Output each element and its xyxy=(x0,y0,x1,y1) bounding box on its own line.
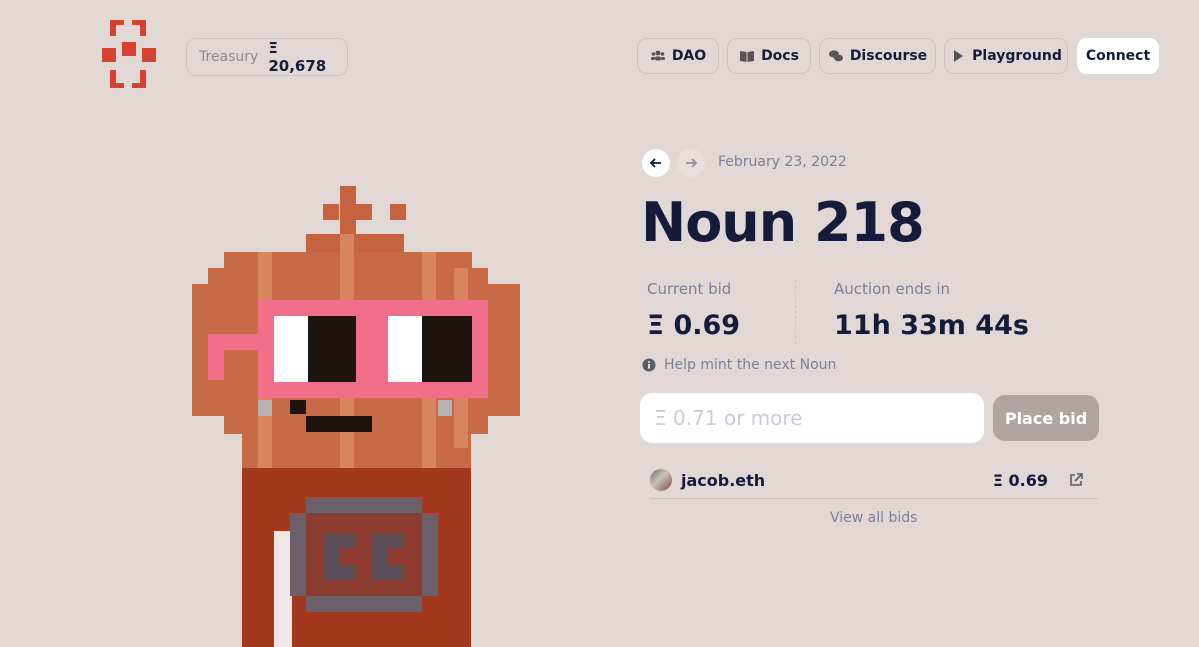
help-mint-label: Help mint the next Noun xyxy=(664,357,837,373)
comments-icon xyxy=(828,50,843,62)
nav-playground-button[interactable]: Playground xyxy=(944,38,1068,74)
users-icon xyxy=(650,50,665,61)
auction-date: February 23, 2022 xyxy=(718,154,847,170)
noun-image xyxy=(192,186,520,647)
nav-docs-label: Docs xyxy=(761,48,799,64)
bid-amount: Ξ 0.69 xyxy=(992,470,1048,490)
view-all-bids-link[interactable]: View all bids xyxy=(830,510,917,526)
nouns-logo[interactable] xyxy=(102,18,158,92)
info-icon xyxy=(642,358,656,372)
stats-divider xyxy=(795,280,796,344)
bid-amount-input[interactable] xyxy=(640,393,984,443)
nav-docs-button[interactable]: Docs xyxy=(727,38,811,74)
previous-auction-button[interactable] xyxy=(642,149,670,177)
nav-dao-label: DAO xyxy=(671,48,707,64)
treasury-pill[interactable]: Treasury Ξ 20,678 xyxy=(186,38,348,76)
treasury-value: Ξ 20,678 xyxy=(268,39,327,75)
current-bid-value: Ξ 0.69 xyxy=(647,310,741,341)
play-icon xyxy=(954,50,964,62)
arrow-left-icon xyxy=(649,158,661,168)
noun-title: Noun 218 xyxy=(641,191,925,254)
nav-dao-button[interactable]: DAO xyxy=(637,38,719,74)
book-icon xyxy=(740,51,755,62)
help-mint[interactable]: Help mint the next Noun xyxy=(642,357,836,373)
bidder-name[interactable]: jacob.eth xyxy=(681,471,765,490)
bid-history-row: jacob.eth Ξ 0.69 xyxy=(650,462,1098,499)
external-link-icon[interactable] xyxy=(1068,472,1084,488)
next-auction-button[interactable] xyxy=(677,149,705,177)
nav-discourse-button[interactable]: Discourse xyxy=(819,38,936,74)
avatar xyxy=(650,469,672,491)
auction-ends-label: Auction ends in xyxy=(834,280,951,298)
connect-button[interactable]: Connect xyxy=(1077,38,1159,74)
nav-playground-label: Playground xyxy=(972,48,1062,64)
arrow-right-icon xyxy=(686,158,698,168)
auction-countdown: 11h 33m 44s xyxy=(834,310,1029,341)
place-bid-label: Place bid xyxy=(1004,408,1088,428)
place-bid-button[interactable]: Place bid xyxy=(993,395,1099,441)
treasury-label: Treasury xyxy=(199,49,259,65)
connect-label: Connect xyxy=(1085,48,1151,64)
current-bid-label: Current bid xyxy=(647,280,732,298)
nav-discourse-label: Discourse xyxy=(849,48,928,64)
nouns-logo-icon xyxy=(102,20,156,88)
